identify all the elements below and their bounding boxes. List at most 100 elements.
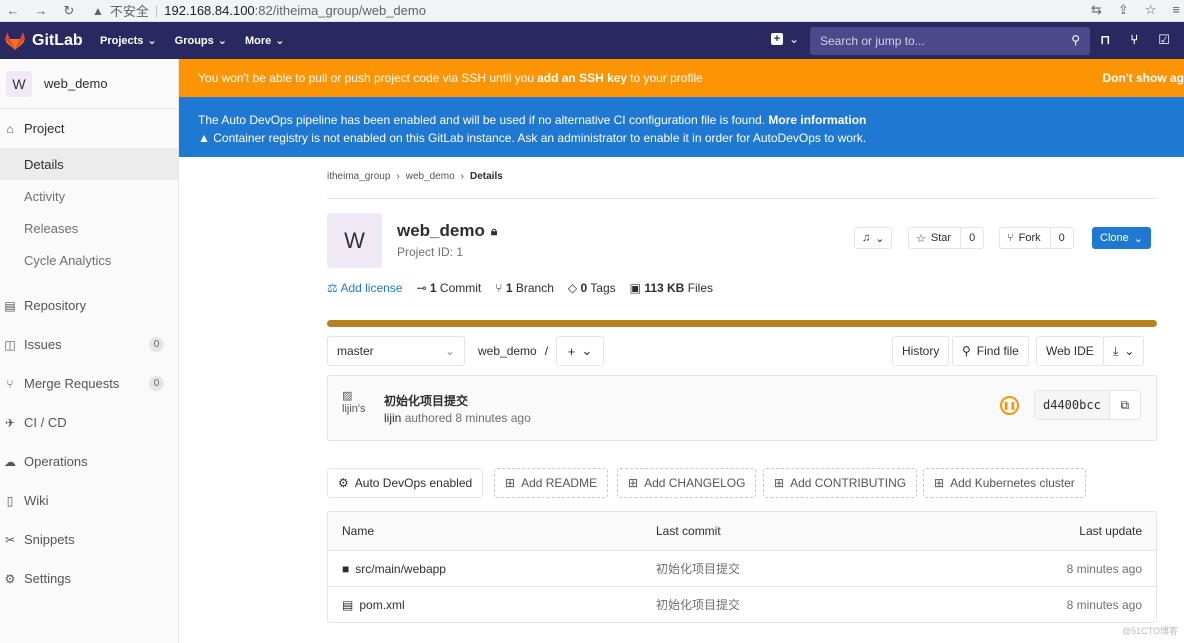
- watermark: @51CTO博客: [1122, 626, 1178, 636]
- commits-link[interactable]: ⊸ 1 Commit: [416, 281, 481, 295]
- lock-icon: 🔒︎: [490, 223, 498, 238]
- broken-image-icon: ▨: [342, 390, 353, 402]
- table-row[interactable]: ▤ pom.xml 初始化项目提交 8 minutes ago: [328, 586, 1156, 622]
- star-button[interactable]: ☆ Star 0: [908, 227, 985, 249]
- todo-icon[interactable]: ☑: [1158, 32, 1170, 48]
- sidebar-item-ci-cd[interactable]: ✈ CI / CD: [0, 403, 178, 442]
- menu-icon[interactable]: ≡: [1172, 2, 1180, 18]
- web-ide-button[interactable]: Web IDE: [1036, 336, 1104, 366]
- copy-icon[interactable]: ⧉: [1110, 391, 1140, 419]
- file-name-link[interactable]: src/main/webapp: [355, 562, 446, 576]
- fork-count[interactable]: 0: [1049, 227, 1073, 249]
- breadcrumb-group[interactable]: itheima_group: [327, 171, 390, 182]
- address-bar[interactable]: ▲ 不安全 | 192.168.84.100:82/itheima_group/…: [92, 1, 426, 20]
- sidebar-subitem-releases[interactable]: Releases: [0, 212, 178, 244]
- tags-link[interactable]: ◇ 0 Tags: [568, 281, 616, 295]
- add-changelog-button[interactable]: ⊞ Add CHANGELOG: [617, 468, 757, 498]
- gitlab-header: GitLab Projects ⌄ Groups ⌄ More ⌄ + ⌄ Search…: [0, 22, 1184, 59]
- auto-devops-enabled-button[interactable]: ⚙ Auto DevOps enabled: [327, 468, 484, 498]
- sidebar-item-merge-requests[interactable]: ⑂ Merge Requests 0: [0, 364, 178, 403]
- chevron-down-icon: ⌄: [789, 32, 800, 46]
- page-title: web_demo 🔒︎: [397, 221, 498, 240]
- nav-projects[interactable]: Projects ⌄: [100, 34, 157, 48]
- sidebar-item-repository[interactable]: ▤ Repository: [0, 286, 178, 325]
- breadcrumb: itheima_group › web_demo › Details: [327, 171, 503, 182]
- file-name-link[interactable]: pom.xml: [359, 598, 404, 612]
- issues-icon: ◫: [4, 337, 16, 352]
- plus-square-icon: ⊞: [934, 476, 945, 490]
- clone-button[interactable]: Clone ⌄: [1092, 227, 1151, 249]
- files-link[interactable]: ▣ 113 KB Files: [630, 281, 713, 295]
- path-root-link[interactable]: web_demo: [478, 344, 537, 358]
- fork-icon: ⑂: [1007, 232, 1014, 244]
- nav-groups[interactable]: Groups ⌄: [175, 34, 227, 48]
- last-commit-link[interactable]: 初始化项目提交: [656, 596, 740, 613]
- more-information-link[interactable]: More information: [768, 113, 866, 127]
- url-host: 192.168.84.100: [164, 3, 255, 18]
- issues-icon[interactable]: ⊓: [1100, 32, 1110, 48]
- gear-icon: ⚙: [338, 476, 349, 490]
- find-file-button[interactable]: ⚲ Find file: [952, 336, 1029, 366]
- breadcrumb-current[interactable]: Details: [470, 171, 503, 182]
- notification-dropdown[interactable]: ♫ ⌄: [854, 227, 893, 249]
- chevron-down-icon: ⌄: [581, 343, 593, 358]
- sidebar-project-header[interactable]: W web_demo: [0, 59, 178, 109]
- sidebar-item-snippets[interactable]: ✂ Snippets: [0, 520, 178, 559]
- translate-icon[interactable]: ⇆: [1091, 2, 1102, 18]
- commit-icon: ⊸: [416, 281, 427, 295]
- search-input[interactable]: Search or jump to... ⚲: [810, 27, 1090, 55]
- commit-sha[interactable]: d4400bcc: [1035, 391, 1110, 419]
- merge-request-icon[interactable]: ⑂: [1130, 32, 1138, 48]
- home-icon: ⌂: [6, 121, 14, 136]
- download-dropdown[interactable]: ⤓ ⌄: [1103, 336, 1145, 366]
- file-table: Name Last commit Last update ■ src/main/w…: [327, 511, 1157, 623]
- add-readme-button[interactable]: ⊞ Add README: [494, 468, 609, 498]
- history-button[interactable]: History: [892, 336, 950, 366]
- last-update: 8 minutes ago: [1066, 561, 1142, 576]
- commit-message-link[interactable]: 初始化项目提交: [384, 392, 468, 409]
- last-update: 8 minutes ago: [1066, 597, 1142, 612]
- chevron-down-icon: ⌄: [1133, 232, 1143, 245]
- forward-icon[interactable]: →: [34, 3, 48, 19]
- commit-sha-group: d4400bcc ⧉: [1034, 390, 1141, 420]
- breadcrumb-project[interactable]: web_demo: [406, 171, 455, 182]
- add-ssh-key-link[interactable]: add an SSH key: [537, 71, 627, 85]
- sidebar-subitem-cycle-analytics[interactable]: Cycle Analytics: [0, 244, 178, 276]
- chevron-down-icon: ⌄: [1124, 344, 1135, 358]
- avatar[interactable]: ▨ lijin's: [342, 390, 366, 416]
- new-dropdown-button[interactable]: + ⌄: [771, 32, 799, 46]
- share-icon[interactable]: ⇪: [1118, 2, 1129, 18]
- sidebar-item-settings[interactable]: ⚙ Settings: [0, 559, 178, 598]
- avatar: W: [6, 70, 32, 97]
- file-icon: ▤: [342, 597, 354, 612]
- add-kubernetes-button[interactable]: ⊞ Add Kubernetes cluster: [923, 468, 1086, 498]
- sidebar-item-wiki[interactable]: ▯ Wiki: [0, 481, 178, 520]
- sidebar-item-issues[interactable]: ◫ Issues 0: [0, 325, 178, 364]
- bookmark-star-icon[interactable]: ☆: [1145, 2, 1157, 18]
- branches-link[interactable]: ⑂ 1 Branch: [495, 281, 554, 295]
- dismiss-ssh-banner-link[interactable]: Don't show ag: [1102, 71, 1184, 85]
- sidebar-subitem-details[interactable]: Details: [0, 148, 178, 180]
- nav-more[interactable]: More ⌄: [245, 34, 285, 48]
- insecure-label: 不安全: [109, 4, 149, 19]
- last-commit-link[interactable]: 初始化项目提交: [656, 560, 740, 577]
- cloud-icon: ☁: [4, 454, 16, 469]
- add-contributing-button[interactable]: ⊞ Add CONTRIBUTING: [763, 468, 918, 498]
- tanuki-icon: [5, 31, 25, 50]
- project-avatar: W: [327, 213, 382, 268]
- sidebar-item-project[interactable]: ⌂ Project: [0, 109, 178, 148]
- author-link[interactable]: lijin: [384, 411, 401, 425]
- star-count[interactable]: 0: [960, 227, 983, 249]
- sidebar-item-operations[interactable]: ☁ Operations: [0, 442, 178, 481]
- table-row[interactable]: ■ src/main/webapp 初始化项目提交 8 minutes ago: [328, 550, 1156, 586]
- plus-square-icon: ⊞: [505, 476, 516, 490]
- reload-icon[interactable]: ↻: [62, 3, 76, 19]
- sidebar-subitem-activity[interactable]: Activity: [0, 180, 178, 212]
- pipeline-status-icon[interactable]: ❚❚: [1000, 396, 1019, 415]
- fork-button[interactable]: ⑂ Fork 0: [999, 227, 1074, 249]
- add-to-tree-dropdown[interactable]: + ⌄: [556, 336, 604, 366]
- branch-select[interactable]: master ⌄: [327, 336, 465, 366]
- back-icon[interactable]: ←: [6, 3, 20, 19]
- add-license-link[interactable]: ⚖ Add license: [327, 281, 402, 295]
- gitlab-logo[interactable]: GitLab: [0, 31, 92, 51]
